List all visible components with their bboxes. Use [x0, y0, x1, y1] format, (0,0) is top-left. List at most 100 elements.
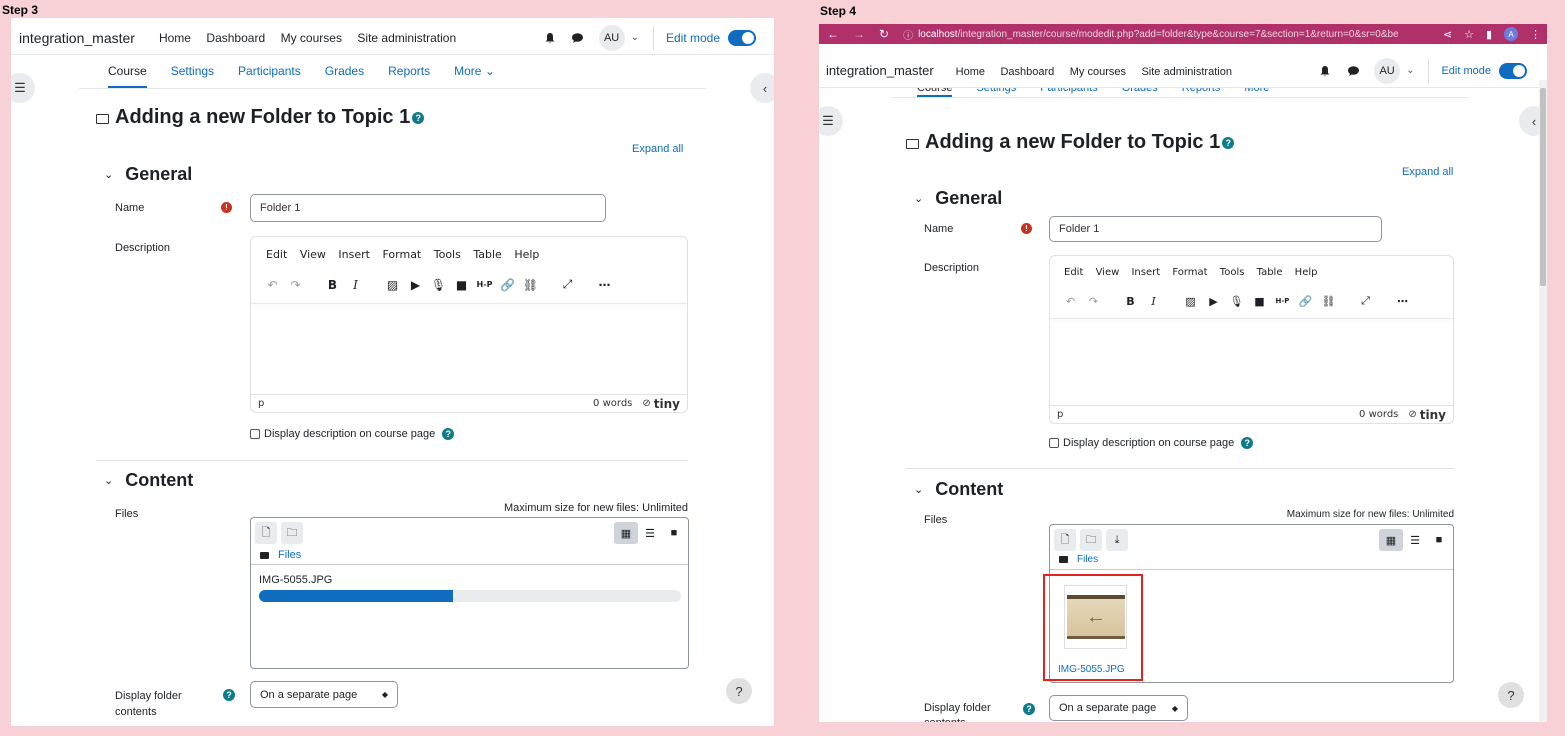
file-manager[interactable]: 🗋 🗀 ▦ ☰ ■ Files IMG-5055.JPG: [250, 517, 689, 669]
display-description-checkbox[interactable]: Display description on course page ?: [250, 428, 455, 440]
help-icon[interactable]: ?: [442, 428, 455, 440]
image-icon[interactable]: ▨: [383, 278, 402, 292]
bell-icon[interactable]: [1318, 64, 1332, 78]
redo-icon[interactable]: ↷: [286, 278, 305, 292]
forward-icon[interactable]: →: [853, 27, 865, 41]
help-icon[interactable]: ?: [1241, 437, 1254, 449]
help-button[interactable]: ?: [726, 678, 752, 704]
create-folder-icon[interactable]: 🗀: [1080, 529, 1102, 551]
bold-icon[interactable]: B: [323, 278, 342, 292]
download-icon[interactable]: ⤓: [1106, 529, 1128, 551]
fullscreen-icon[interactable]: ⤢: [558, 277, 577, 292]
course-index-toggle[interactable]: ☰: [11, 73, 35, 103]
video-camera-icon[interactable]: ■: [1250, 295, 1269, 308]
more-icon[interactable]: ⋯: [1393, 295, 1412, 308]
address-bar[interactable]: ⓘ localhost /integration_master/course/m…: [903, 27, 1431, 42]
share-icon[interactable]: ⋖: [1443, 28, 1452, 41]
media-icon[interactable]: ▶: [406, 278, 425, 292]
image-icon[interactable]: ▨: [1181, 295, 1200, 308]
tab-reports[interactable]: Reports: [388, 64, 430, 88]
general-section-header[interactable]: ⌄ General: [104, 164, 192, 185]
avatar[interactable]: AU: [1374, 57, 1401, 84]
add-file-icon[interactable]: 🗋: [1054, 529, 1076, 551]
display-folder-select[interactable]: On a separate page ◆: [1049, 695, 1188, 721]
tab-settings[interactable]: Settings: [171, 64, 214, 88]
more-icon[interactable]: ⋯: [595, 278, 614, 292]
display-description-checkbox[interactable]: Display description on course page ?: [1049, 437, 1254, 449]
editor-menu-tools[interactable]: Tools: [434, 248, 461, 261]
nav-dashboard[interactable]: Dashboard: [206, 31, 265, 45]
name-field[interactable]: Folder 1: [250, 194, 606, 222]
avatar[interactable]: AU: [598, 24, 625, 51]
word-count[interactable]: 0 words: [1359, 409, 1398, 420]
help-icon[interactable]: ?: [1222, 136, 1235, 149]
chat-icon[interactable]: [571, 31, 585, 45]
help-icon[interactable]: ?: [223, 689, 235, 701]
microphone-icon[interactable]: 🎙: [429, 278, 448, 292]
editor-menu-insert[interactable]: Insert: [1131, 267, 1160, 278]
sidepanel-icon[interactable]: ▮: [1486, 28, 1492, 41]
redo-icon[interactable]: ↷: [1084, 295, 1103, 308]
kebab-menu-icon[interactable]: ⋮: [1530, 28, 1541, 41]
fullscreen-icon[interactable]: ⤢: [1356, 294, 1375, 308]
files-path-link[interactable]: Files: [1077, 554, 1098, 565]
editor-menu-table[interactable]: Table: [1257, 267, 1283, 278]
word-count[interactable]: 0 words: [593, 398, 632, 409]
tiny-logo-icon[interactable]: ⊘: [1408, 409, 1416, 420]
nav-my-courses[interactable]: My courses: [1070, 66, 1126, 78]
chevron-down-icon[interactable]: ⌄: [1406, 65, 1414, 76]
block-drawer-toggle[interactable]: ‹: [750, 73, 774, 103]
nav-home[interactable]: Home: [956, 66, 985, 78]
checkbox-box[interactable]: [250, 429, 260, 439]
name-field[interactable]: Folder 1: [1049, 216, 1382, 242]
italic-icon[interactable]: I: [346, 278, 365, 292]
tab-more[interactable]: More ⌄: [454, 64, 495, 88]
editor-menu-help[interactable]: Help: [1295, 267, 1318, 278]
general-section-header[interactable]: ⌄ General: [914, 188, 1002, 209]
star-icon[interactable]: ☆: [1464, 28, 1474, 41]
files-path-link[interactable]: Files: [278, 549, 301, 561]
bell-icon[interactable]: [543, 31, 557, 45]
tab-reports[interactable]: Reports: [1182, 88, 1221, 97]
create-folder-icon[interactable]: 🗀: [281, 522, 303, 544]
chat-icon[interactable]: [1346, 64, 1360, 78]
editor-menu-edit[interactable]: Edit: [266, 248, 287, 261]
tab-participants[interactable]: Participants: [238, 64, 301, 88]
add-file-icon[interactable]: 🗋: [255, 522, 277, 544]
bold-icon[interactable]: B: [1121, 295, 1140, 308]
tree-view-icon[interactable]: ■: [1427, 529, 1451, 551]
tree-view-icon[interactable]: ■: [662, 522, 686, 544]
expand-all-link[interactable]: Expand all: [632, 143, 683, 155]
tab-grades[interactable]: Grades: [325, 64, 364, 88]
reload-icon[interactable]: ↻: [879, 27, 889, 41]
grid-view-icon[interactable]: ▦: [614, 522, 638, 544]
tab-settings[interactable]: Settings: [976, 88, 1016, 97]
editor-menu-edit[interactable]: Edit: [1064, 267, 1083, 278]
page-scrollbar[interactable]: [1539, 80, 1547, 722]
scrollbar-thumb[interactable]: [1540, 88, 1546, 286]
tab-course[interactable]: Course: [108, 64, 147, 88]
edit-mode-toggle[interactable]: [1499, 62, 1527, 79]
tab-participants[interactable]: Participants: [1040, 88, 1097, 97]
help-button[interactable]: ?: [1498, 682, 1524, 708]
editor-menu-view[interactable]: View: [1096, 267, 1120, 278]
editor-menu-tools[interactable]: Tools: [1220, 267, 1245, 278]
link-icon[interactable]: 🔗: [1296, 295, 1315, 308]
site-brand[interactable]: integration_master: [826, 63, 934, 78]
list-view-icon[interactable]: ☰: [1403, 529, 1427, 551]
media-icon[interactable]: ▶: [1204, 295, 1223, 308]
editor-menu-insert[interactable]: Insert: [338, 248, 370, 261]
h5p-icon[interactable]: H-P: [475, 280, 494, 289]
nav-my-courses[interactable]: My courses: [281, 31, 342, 45]
grid-view-icon[interactable]: ▦: [1379, 529, 1403, 551]
video-camera-icon[interactable]: ■: [452, 278, 471, 292]
expand-all-link[interactable]: Expand all: [1402, 166, 1453, 178]
back-icon[interactable]: ←: [827, 27, 839, 41]
editor-menu-format[interactable]: Format: [382, 248, 421, 261]
edit-mode-toggle[interactable]: [728, 29, 756, 46]
editor-menu-table[interactable]: Table: [473, 248, 501, 261]
content-section-header[interactable]: ⌄ Content: [914, 479, 1003, 500]
microphone-icon[interactable]: 🎙: [1227, 295, 1246, 308]
h5p-icon[interactable]: H-P: [1273, 297, 1292, 305]
tab-course[interactable]: Course: [917, 88, 953, 97]
